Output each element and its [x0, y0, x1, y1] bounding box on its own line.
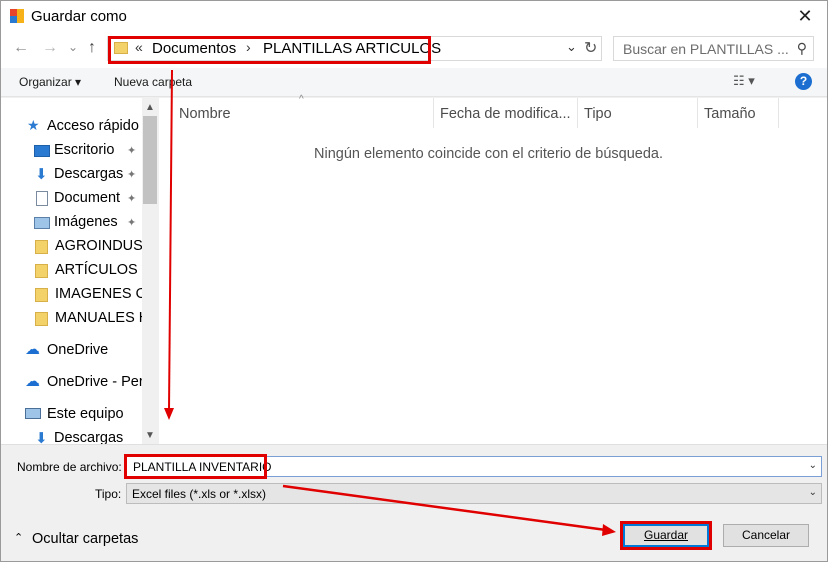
back-arrow-icon[interactable]: ← — [13, 39, 29, 57]
filename-highlight-box — [124, 454, 267, 479]
download-icon: ⬇ — [35, 430, 48, 444]
folder-icon — [35, 288, 48, 302]
column-header-size[interactable]: Tamaño — [704, 98, 778, 128]
sidebar-item-label: Imágenes — [54, 214, 118, 230]
column-header-name[interactable]: Nombre — [179, 98, 434, 128]
address-dropdown-icon[interactable]: ⌄ — [566, 39, 577, 55]
filename-dropdown-icon[interactable]: ⌄ — [809, 460, 817, 471]
pin-icon: ✦ — [127, 193, 137, 205]
save-as-dialog: Guardar como ✕ ← → ⌄ ↑ « Documentos › PL… — [0, 0, 828, 562]
star-icon: ★ — [27, 117, 40, 133]
sidebar-item-label: AGROINDUST — [55, 238, 152, 254]
column-header-type[interactable]: Tipo — [584, 98, 696, 128]
help-icon[interactable]: ? — [795, 73, 812, 90]
column-divider[interactable] — [697, 98, 698, 128]
app-icon — [10, 9, 24, 23]
document-icon — [36, 191, 48, 206]
pin-icon: ✦ — [127, 217, 137, 229]
window-title: Guardar como — [31, 8, 127, 25]
scrollbar-thumb[interactable] — [143, 116, 157, 204]
search-icon[interactable]: ⚲ — [797, 40, 807, 57]
cancel-button[interactable]: Cancelar — [723, 524, 809, 547]
folder-icon — [35, 264, 48, 278]
chevron-up-icon: ⌃ — [14, 532, 24, 544]
column-header-date[interactable]: Fecha de modifica... — [440, 98, 578, 128]
navigation-row: ← → ⌄ ↑ « Documentos › PLANTILLAS ARTICU… — [1, 32, 827, 68]
save-highlight-box — [620, 521, 712, 550]
type-label: Tipo: — [95, 487, 122, 501]
recent-locations-icon[interactable]: ⌄ — [68, 40, 78, 54]
pin-icon: ✦ — [127, 169, 137, 181]
sidebar-item-label: OneDrive — [47, 342, 109, 358]
column-divider[interactable] — [778, 98, 779, 128]
computer-icon — [25, 408, 41, 419]
forward-arrow-icon[interactable]: → — [42, 39, 58, 57]
title-bar: Guardar como ✕ — [1, 1, 827, 32]
organize-button[interactable]: Organizar ▾ — [19, 75, 81, 89]
file-list: ^ Nombre Fecha de modifica... Tipo Tamañ… — [159, 94, 827, 444]
folder-icon — [35, 240, 48, 254]
sidebar-item-label: Descargas — [54, 430, 124, 444]
sidebar-item-label: OneDrive - Per — [47, 374, 144, 390]
search-input[interactable]: Buscar en PLANTILLAS ... — [623, 41, 789, 57]
cloud-icon: ☁ — [25, 373, 40, 390]
file-type-dropdown-icon[interactable]: ⌄ — [809, 487, 817, 498]
sidebar-item-label: Acceso rápido — [47, 118, 139, 134]
refresh-icon[interactable]: ↻ — [584, 38, 597, 58]
cloud-icon: ☁ — [25, 341, 40, 358]
sidebar-item-label: MANUALES H — [55, 310, 150, 326]
file-type-select[interactable]: Excel files (*.xls or *.xlsx) ⌄ — [126, 483, 822, 504]
search-box[interactable]: Buscar en PLANTILLAS ... ⚲ — [613, 36, 814, 61]
navigation-pane: ★ Acceso rápido Escritorio ✦ ⬇ Descargas… — [1, 98, 158, 444]
download-icon: ⬇ — [35, 166, 48, 183]
scroll-down-icon[interactable]: ▼ — [145, 430, 155, 441]
file-type-value[interactable]: Excel files (*.xls or *.xlsx) — [132, 487, 266, 501]
new-folder-button[interactable]: Nueva carpeta — [114, 75, 192, 89]
column-divider[interactable] — [433, 98, 434, 128]
sidebar-item-label: Escritorio — [54, 142, 115, 158]
address-highlight-box — [108, 36, 431, 64]
save-form: Nombre de archivo: PLANTILLA INVENTARIO … — [1, 444, 827, 561]
close-button[interactable]: ✕ — [783, 1, 827, 32]
folder-icon — [35, 312, 48, 326]
column-divider[interactable] — [577, 98, 578, 128]
view-options-icon[interactable]: ☷ ▾ — [733, 73, 755, 89]
empty-message: Ningún elemento coincide con el criterio… — [314, 146, 664, 162]
up-arrow-icon[interactable]: ↑ — [88, 39, 96, 57]
sidebar-item-label: Este equipo — [47, 406, 124, 422]
sidebar-item-label: IMAGENES O — [55, 286, 147, 302]
filename-label: Nombre de archivo: — [17, 460, 122, 474]
command-toolbar: Organizar ▾ Nueva carpeta ☷ ▾ ? — [1, 68, 827, 97]
sidebar-scrollbar[interactable]: ▲ ▼ — [142, 98, 158, 444]
desktop-icon — [34, 145, 50, 157]
scroll-up-icon[interactable]: ▲ — [145, 102, 155, 113]
pictures-icon — [34, 217, 50, 229]
sidebar-item-label: Document — [54, 190, 121, 206]
hide-folders-label: Ocultar carpetas — [32, 531, 139, 547]
sidebar-item-label: Descargas — [54, 166, 124, 182]
sidebar-item-label: ARTÍCULOS — [55, 262, 138, 278]
pin-icon: ✦ — [127, 145, 137, 157]
